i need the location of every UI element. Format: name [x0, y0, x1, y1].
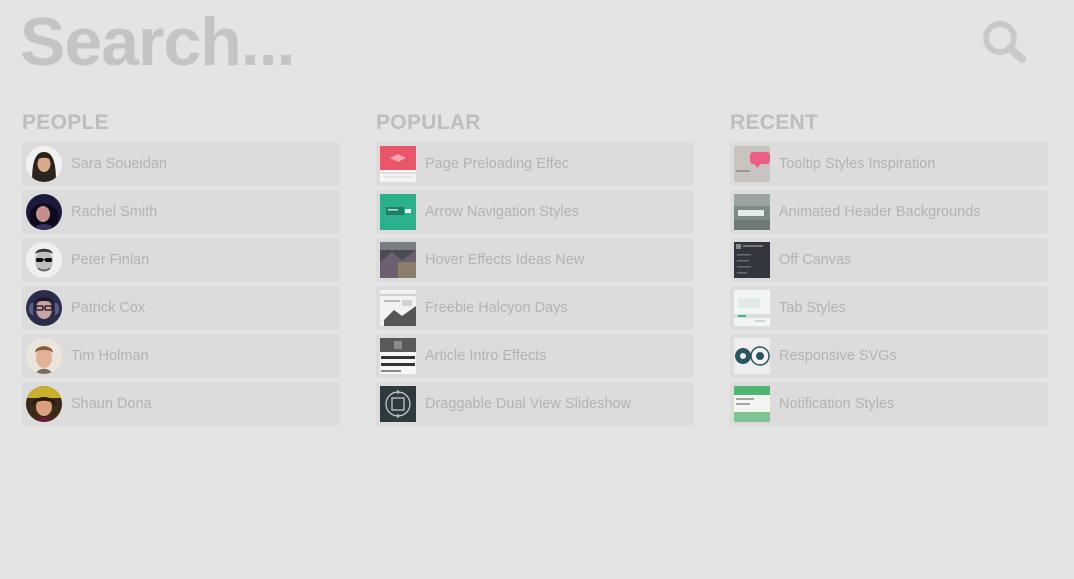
avatar — [26, 146, 62, 182]
popular-item-hover-effects[interactable]: Hover Effects Ideas New — [376, 238, 694, 282]
people-column: PEOPLE Sara Soueidan Rachel Smith Peter … — [22, 112, 340, 430]
item-label: Shaun Dona — [71, 396, 152, 412]
item-label: Sara Soueidan — [71, 156, 167, 172]
item-label: Peter Finlan — [71, 252, 150, 268]
item-label: Tim Holman — [71, 348, 149, 364]
item-label: Rachel Smith — [71, 204, 158, 220]
recent-item-responsive-svgs[interactable]: Responsive SVGs — [730, 334, 1048, 378]
item-label: Page Preloading Effec — [425, 156, 570, 172]
item-label: Notification Styles — [779, 396, 895, 412]
popular-item-draggable-dual-view[interactable]: Draggable Dual View Slideshow — [376, 382, 694, 426]
popular-item-article-intro[interactable]: Article Intro Effects — [376, 334, 694, 378]
search-overlay: PEOPLE Sara Soueidan Rachel Smith — [0, 0, 1074, 579]
person-item-sara-soueidan[interactable]: Sara Soueidan — [22, 142, 340, 186]
recent-item-off-canvas[interactable]: Off Canvas — [730, 238, 1048, 282]
search-input[interactable] — [20, 4, 920, 80]
thumbnail — [734, 242, 770, 278]
person-item-tim-holman[interactable]: Tim Holman — [22, 334, 340, 378]
item-label: Animated Header Backgrounds — [779, 204, 981, 220]
thumbnail — [734, 194, 770, 230]
item-label: Tab Styles — [779, 300, 846, 316]
thumbnail — [734, 146, 770, 182]
thumbnail — [734, 386, 770, 422]
popular-item-arrow-navigation[interactable]: Arrow Navigation Styles — [376, 190, 694, 234]
recent-item-tab-styles[interactable]: Tab Styles — [730, 286, 1048, 330]
popular-item-page-preloading[interactable]: Page Preloading Effec — [376, 142, 694, 186]
item-label: Arrow Navigation Styles — [425, 204, 579, 220]
thumbnail — [734, 338, 770, 374]
people-heading: PEOPLE — [22, 111, 109, 134]
recent-heading: RECENT — [730, 111, 819, 134]
item-label: Freebie Halcyon Days — [425, 300, 568, 316]
recent-item-notification-styles[interactable]: Notification Styles — [730, 382, 1048, 426]
search-button[interactable] — [980, 18, 1030, 66]
thumbnail — [380, 194, 416, 230]
avatar — [26, 290, 62, 326]
thumbnail — [380, 338, 416, 374]
item-label: Article Intro Effects — [425, 348, 547, 364]
recent-column: RECENT Tooltip Styles Inspiration Animat… — [730, 112, 1048, 430]
item-label: Responsive SVGs — [779, 348, 897, 364]
avatar — [26, 338, 62, 374]
item-label: Draggable Dual View Slideshow — [425, 396, 632, 412]
popular-heading: POPULAR — [376, 111, 481, 134]
item-label: Patrick Cox — [71, 300, 146, 316]
thumbnail — [380, 386, 416, 422]
item-label: Off Canvas — [779, 252, 852, 268]
recent-item-tooltip-styles[interactable]: Tooltip Styles Inspiration — [730, 142, 1048, 186]
person-item-peter-finlan[interactable]: Peter Finlan — [22, 238, 340, 282]
search-icon — [983, 21, 1026, 63]
recent-item-animated-header[interactable]: Animated Header Backgrounds — [730, 190, 1048, 234]
person-item-rachel-smith[interactable]: Rachel Smith — [22, 190, 340, 234]
thumbnail — [734, 290, 770, 326]
thumbnail — [380, 290, 416, 326]
item-label: Tooltip Styles Inspiration — [779, 156, 936, 172]
avatar — [26, 386, 62, 422]
popular-column: POPULAR Page Preloading Effec Arrow Navi… — [376, 112, 694, 430]
avatar — [26, 194, 62, 230]
item-label: Hover Effects Ideas New — [425, 252, 585, 268]
popular-item-freebie-halcyon[interactable]: Freebie Halcyon Days — [376, 286, 694, 330]
thumbnail — [380, 242, 416, 278]
avatar — [26, 242, 62, 278]
person-item-shaun-dona[interactable]: Shaun Dona — [22, 382, 340, 426]
thumbnail — [380, 146, 416, 182]
person-item-patrick-cox[interactable]: Patrick Cox — [22, 286, 340, 330]
